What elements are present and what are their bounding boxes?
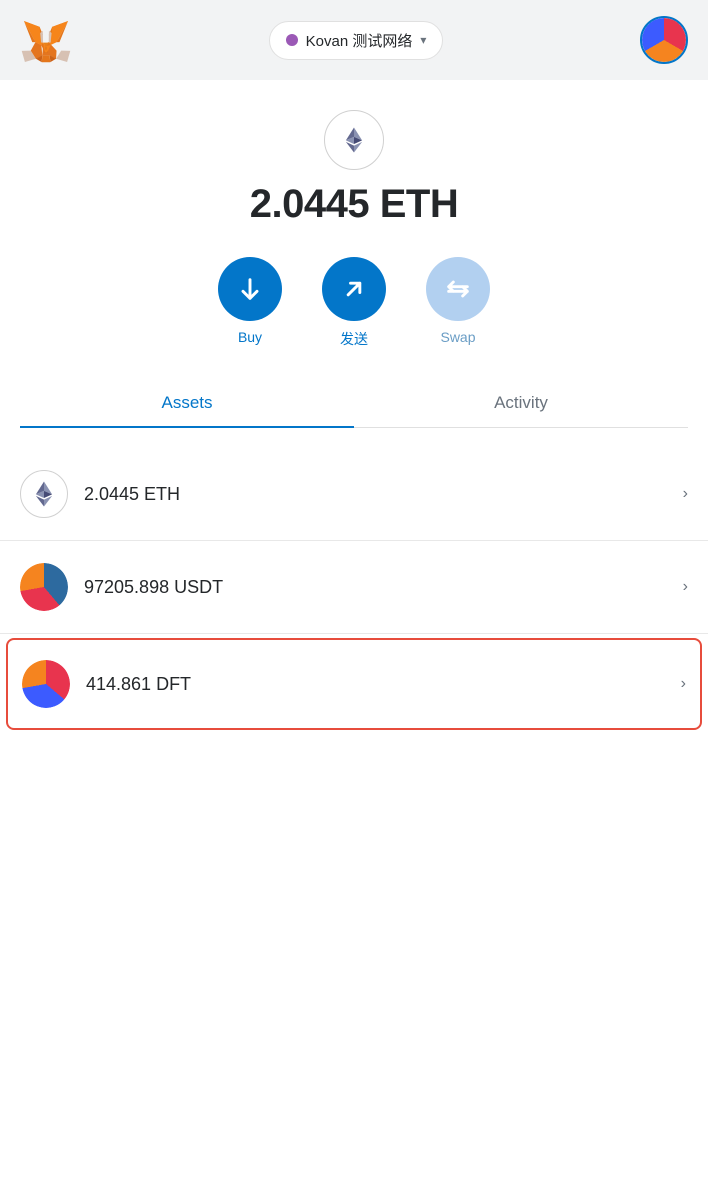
main-content: 2.0445 ETH Buy 发送 bbox=[0, 80, 708, 1192]
asset-item-usdt[interactable]: 97205.898 USDT › bbox=[0, 541, 708, 634]
main-tabs: Assets Activity bbox=[20, 379, 688, 428]
metamask-logo-icon bbox=[20, 14, 72, 66]
swap-button-circle[interactable] bbox=[426, 257, 490, 321]
tab-activity[interactable]: Activity bbox=[354, 379, 688, 427]
dft-chevron-icon: › bbox=[681, 675, 686, 693]
wallet-balance: 2.0445 ETH bbox=[250, 182, 458, 227]
tab-assets[interactable]: Assets bbox=[20, 379, 354, 427]
dft-icon-graphic bbox=[22, 660, 70, 708]
usdt-balance: 97205.898 USDT bbox=[84, 577, 675, 598]
account-avatar[interactable] bbox=[640, 16, 688, 64]
buy-button-circle[interactable] bbox=[218, 257, 282, 321]
chevron-down-icon: ▾ bbox=[420, 33, 426, 47]
asset-item-dft[interactable]: 414.861 DFT › bbox=[6, 638, 702, 730]
eth-balance: 2.0445 ETH bbox=[84, 484, 675, 505]
dft-asset-icon bbox=[22, 660, 70, 708]
asset-list: 2.0445 ETH › 97205.898 USDT › 414.861 DF… bbox=[0, 448, 708, 730]
buy-action[interactable]: Buy bbox=[218, 257, 282, 345]
network-selector[interactable]: Kovan 测试网络 ▾ bbox=[269, 21, 444, 60]
send-button-circle[interactable] bbox=[322, 257, 386, 321]
wallet-section: 2.0445 ETH Buy 发送 bbox=[0, 100, 708, 448]
send-action[interactable]: 发送 bbox=[322, 257, 386, 349]
usdt-icon-graphic bbox=[20, 563, 68, 611]
send-label: 发送 bbox=[340, 329, 368, 349]
action-buttons-group: Buy 发送 Swap bbox=[218, 257, 490, 349]
dft-balance: 414.861 DFT bbox=[86, 674, 673, 695]
usdt-chevron-icon: › bbox=[683, 578, 688, 596]
eth-asset-icon bbox=[20, 470, 68, 518]
swap-label: Swap bbox=[440, 329, 475, 345]
app-header: Kovan 测试网络 ▾ bbox=[0, 0, 708, 80]
swap-action[interactable]: Swap bbox=[426, 257, 490, 345]
eth-logo-icon bbox=[324, 110, 384, 170]
avatar-image bbox=[642, 18, 686, 62]
network-status-dot bbox=[286, 34, 298, 46]
buy-label: Buy bbox=[238, 329, 262, 345]
usdt-asset-icon bbox=[20, 563, 68, 611]
network-name-label: Kovan 测试网络 bbox=[306, 30, 413, 51]
asset-item-eth[interactable]: 2.0445 ETH › bbox=[0, 448, 708, 541]
eth-chevron-icon: › bbox=[683, 485, 688, 503]
